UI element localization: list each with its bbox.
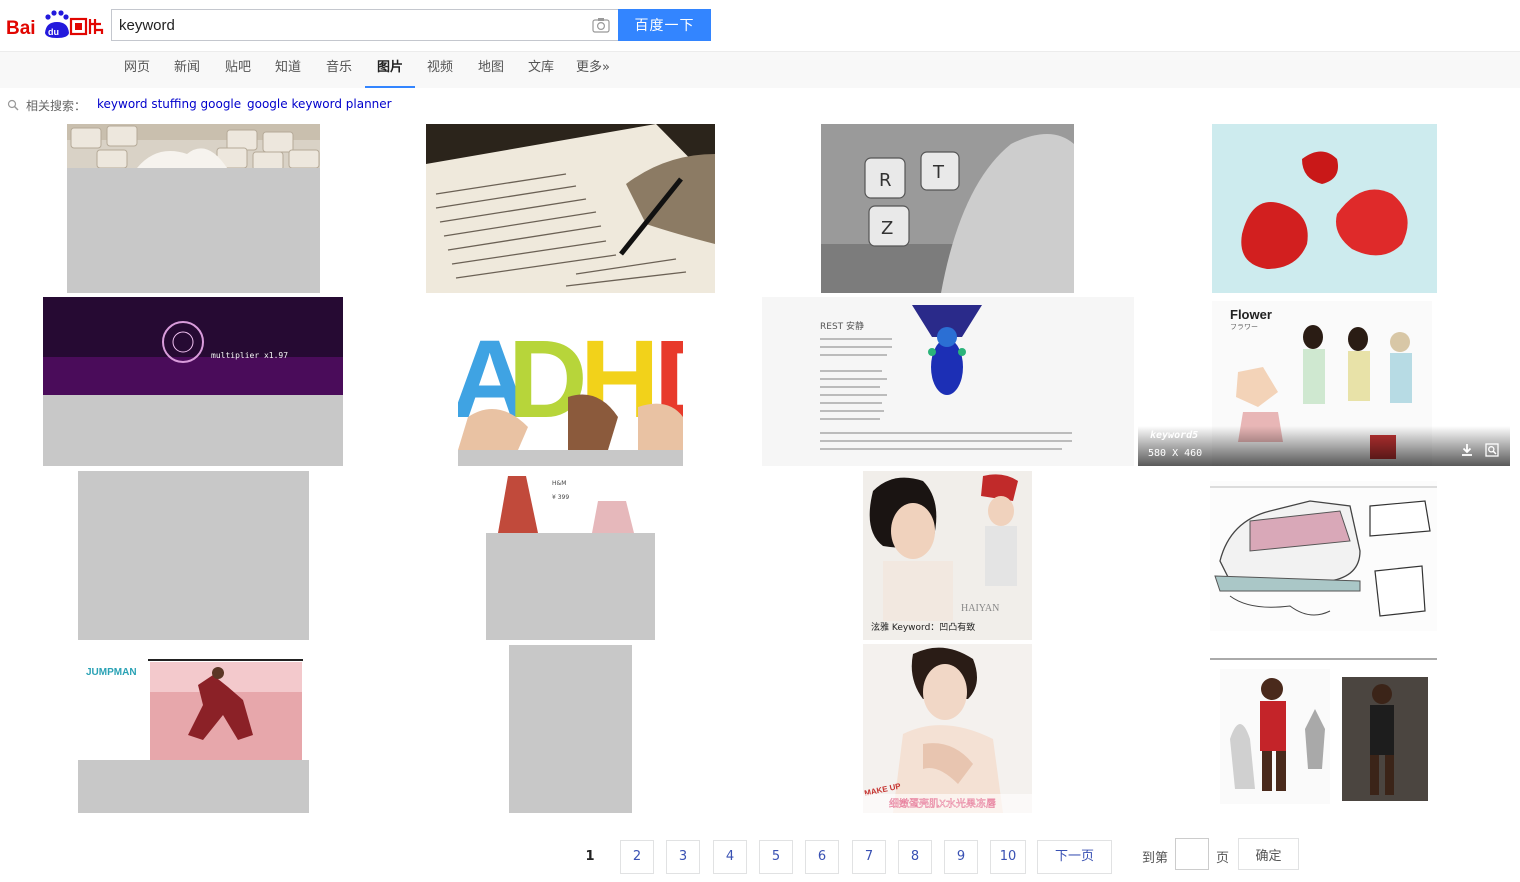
rose-petals-image: [1212, 124, 1437, 293]
magazine-title: REST 安静: [820, 320, 864, 332]
camera-icon[interactable]: [592, 17, 610, 33]
svg-text:du: du: [48, 27, 59, 37]
goto-page-input[interactable]: [1175, 838, 1209, 870]
tab-zhidao[interactable]: 知道: [274, 52, 302, 88]
goto-suffix: 页: [1216, 851, 1230, 866]
tab-tieba[interactable]: 贴吧: [224, 52, 252, 88]
image-placeholder: [78, 760, 309, 813]
image-result[interactable]: Flower フラワー keyword5 580 X 460: [1138, 297, 1510, 466]
svg-text:Z: Z: [881, 218, 893, 239]
svg-text:T: T: [932, 162, 945, 183]
image-result[interactable]: multiplier x1.97: [43, 297, 343, 466]
image-result[interactable]: A D H D: [458, 297, 683, 466]
related-label: 相关搜索：: [26, 99, 87, 113]
image-result[interactable]: [1212, 124, 1437, 293]
adhd-letters-image: A D H D: [458, 297, 683, 450]
page-current: 1: [585, 849, 595, 864]
search-icon: [7, 99, 19, 111]
image-result[interactable]: REST 安静: [762, 297, 1134, 466]
image-placeholder: [509, 645, 632, 813]
product-brand: H&M: [552, 480, 566, 487]
image-result[interactable]: [1210, 649, 1437, 810]
svg-text:R: R: [879, 170, 892, 191]
tab-web[interactable]: 网页: [123, 52, 151, 88]
multiplier-text: multiplier x1.97: [211, 351, 288, 360]
image-result[interactable]: [426, 124, 715, 293]
magazine-caption: 泫雅 Keyword：凹凸有致: [871, 621, 975, 633]
search-input[interactable]: [112, 10, 582, 40]
flower-subtitle: フラワー: [1230, 323, 1258, 331]
page-link[interactable]: 9: [944, 840, 978, 874]
image-placeholder: [43, 395, 343, 466]
image-result[interactable]: [509, 645, 632, 813]
image-placeholder: [486, 533, 655, 640]
tab-more[interactable]: 更多»: [575, 52, 611, 88]
goto-confirm-button[interactable]: 确定: [1238, 838, 1299, 870]
header: Bai du 百度一下: [0, 0, 1520, 52]
page-link[interactable]: 6: [805, 840, 839, 874]
image-result[interactable]: [1210, 481, 1437, 631]
page-link[interactable]: 4: [713, 840, 747, 874]
image-result[interactable]: HAIYAN 泫雅 Keyword：凹凸有致: [863, 471, 1032, 640]
tab-wenku[interactable]: 文库: [527, 52, 555, 88]
dress-product-image: H&M ¥ 399: [486, 471, 655, 533]
makeup-caption: 细嫩蛋壳肌X水光果冻唇: [889, 797, 996, 810]
next-page-button[interactable]: 下一页: [1037, 840, 1112, 874]
download-icon[interactable]: [1460, 443, 1474, 457]
related-searches: 相关搜索： keyword stuffing google google key…: [0, 95, 1520, 115]
image-result[interactable]: [78, 471, 309, 640]
jumpman-label: JUMPMAN: [86, 667, 137, 678]
product-price: ¥ 399: [552, 494, 569, 501]
image-result[interactable]: H&M ¥ 399: [486, 471, 655, 640]
letter-keys-image: R T Z: [821, 124, 1074, 293]
sneaker-sketch-image: [1210, 481, 1437, 631]
pagination: 1 2 3 4 5 6 7 8 9 10 下一页 到第 页 确定: [0, 836, 1520, 876]
flower-title: Flower: [1230, 307, 1272, 322]
search-box: [111, 9, 618, 41]
page-link[interactable]: 3: [666, 840, 700, 874]
image-result[interactable]: JUMPMAN: [78, 645, 309, 813]
image-size: 580 X 460: [1148, 448, 1203, 459]
game-screenshot-image: multiplier x1.97: [43, 297, 343, 395]
tab-news[interactable]: 新闻: [173, 52, 201, 88]
tab-images[interactable]: 图片: [365, 52, 415, 88]
image-placeholder: [67, 168, 320, 293]
magazine-cover-image: HAIYAN 泫雅 Keyword：凹凸有致: [863, 471, 1032, 640]
image-result[interactable]: R T Z: [821, 124, 1074, 293]
related-link[interactable]: keyword stuffing google: [97, 97, 241, 111]
image-hover-bar: keyword5 580 X 460: [1138, 426, 1510, 466]
tab-video[interactable]: 视频: [426, 52, 454, 88]
baidu-logo[interactable]: Bai du: [6, 6, 104, 42]
image-placeholder: [78, 471, 309, 640]
svg-text:Bai: Bai: [6, 18, 36, 39]
page-link[interactable]: 7: [852, 840, 886, 874]
search-button[interactable]: 百度一下: [618, 9, 711, 41]
nav-bar: 网页 新闻 贴吧 知道 音乐 图片 视频 地图 文库 更多»: [0, 51, 1520, 88]
image-placeholder: [458, 450, 683, 466]
page-link[interactable]: 8: [898, 840, 932, 874]
writing-notebook-image: [426, 124, 715, 293]
jumpman-image: JUMPMAN: [78, 645, 309, 760]
basketball-players-image: [1210, 649, 1437, 810]
tab-music[interactable]: 音乐: [325, 52, 353, 88]
image-result[interactable]: [67, 124, 320, 293]
zoom-icon[interactable]: [1485, 443, 1499, 457]
makeup-ad-image: MAKE UP 细嫩蛋壳肌X水光果冻唇: [863, 644, 1032, 813]
jewelry-magazine-image: REST 安静: [762, 297, 1134, 466]
page-link[interactable]: 5: [759, 840, 793, 874]
image-result[interactable]: MAKE UP 细嫩蛋壳肌X水光果冻唇: [863, 644, 1032, 813]
related-link[interactable]: google keyword planner: [247, 97, 392, 111]
magazine-watermark: HAIYAN: [961, 603, 999, 614]
image-title: keyword5: [1150, 430, 1199, 441]
tab-map[interactable]: 地图: [477, 52, 505, 88]
page-link[interactable]: 10: [990, 840, 1026, 874]
page-link[interactable]: 2: [620, 840, 654, 874]
keyboard-image: [67, 124, 320, 171]
goto-prefix: 到第: [1142, 851, 1169, 866]
